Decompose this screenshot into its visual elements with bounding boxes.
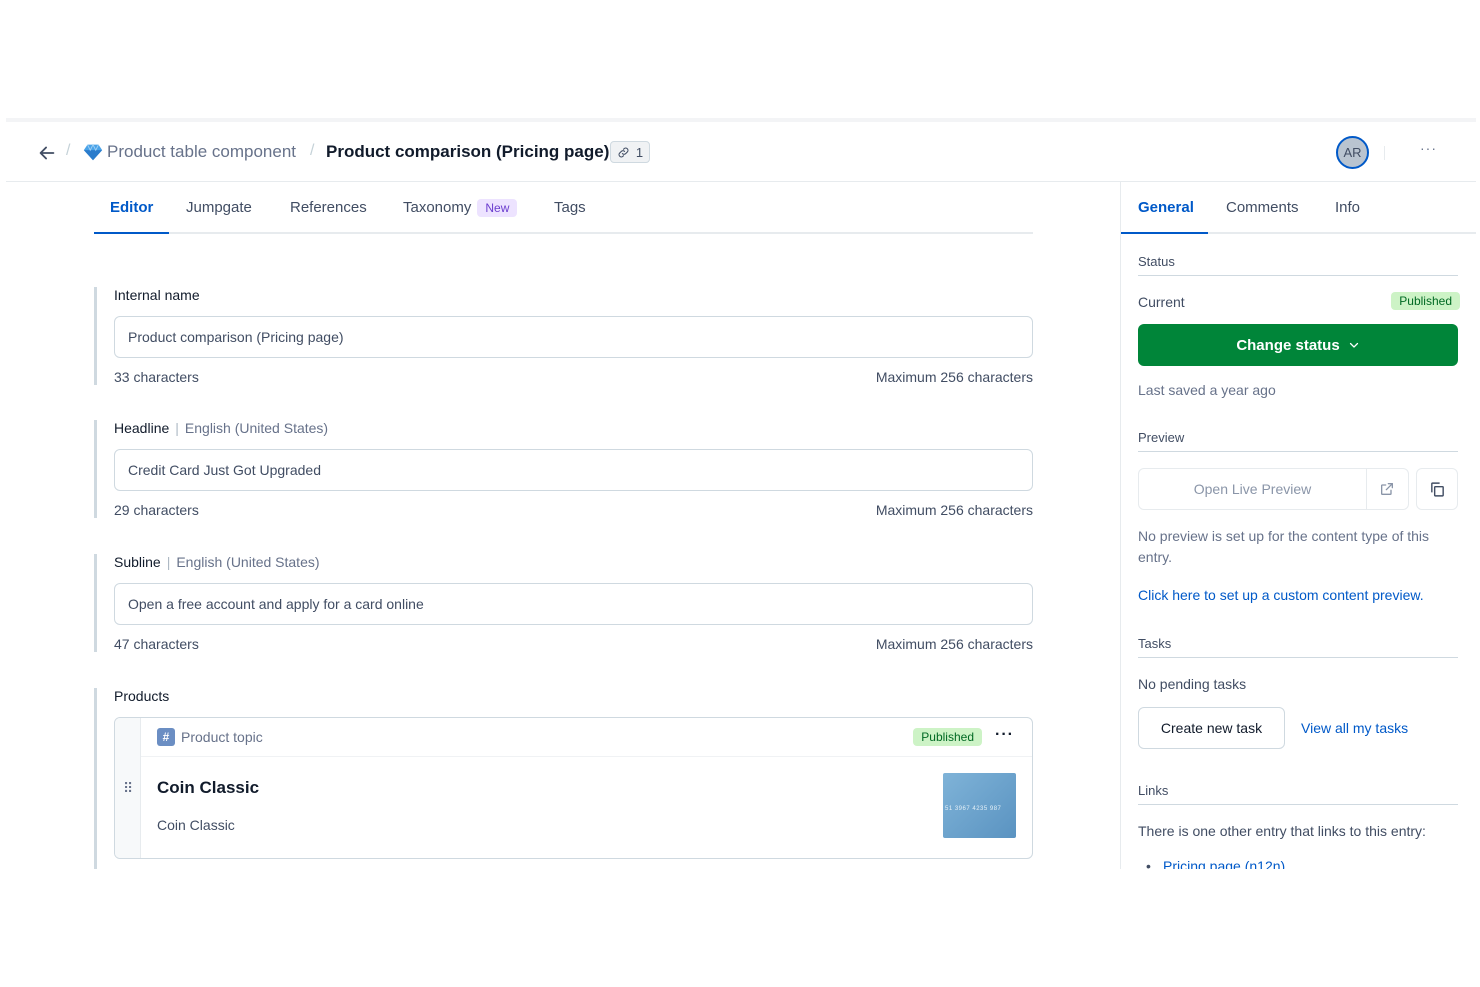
change-status-button[interactable]: Change status <box>1138 324 1458 366</box>
tab-info[interactable]: Info <box>1335 199 1360 216</box>
field-label: Headline | English (United States) <box>114 420 329 436</box>
current-status-label: Current <box>1138 294 1185 310</box>
content-type-name: Product topic <box>181 729 263 745</box>
view-all-tasks-link[interactable]: View all my tasks <box>1301 720 1408 736</box>
subline-input[interactable]: Open a free account and apply for a card… <box>114 583 1033 625</box>
status-badge: Published <box>913 728 982 746</box>
tab-taxonomy[interactable]: Taxonomy New <box>403 199 518 217</box>
more-options-button[interactable]: ··· <box>1420 140 1437 156</box>
no-preview-note: No preview is set up for the content typ… <box>1138 528 1430 565</box>
breadcrumb-separator: / <box>66 142 71 159</box>
internal-name-input[interactable]: Product comparison (Pricing page) <box>114 316 1033 358</box>
app-window: / Product table component / Product comp… <box>6 118 1476 869</box>
back-arrow-icon[interactable] <box>36 142 58 164</box>
tab-taxonomy-label: Taxonomy <box>403 199 472 216</box>
links-text: There is one other entry that links to t… <box>1138 823 1426 839</box>
change-status-label: Change status <box>1236 336 1340 354</box>
editor-tabs: Editor Jumpgate References Taxonomy New T… <box>94 182 1033 234</box>
section-heading-tasks: Tasks <box>1138 636 1458 658</box>
card-actions-button[interactable]: ··· <box>995 726 1014 744</box>
field-subline: Subline | English (United States) Open a f… <box>94 554 1034 652</box>
character-max: Maximum 256 characters <box>875 369 1033 385</box>
section-heading-preview: Preview <box>1138 430 1458 452</box>
character-count-row: 29 characters Maximum 256 characters <box>114 502 1033 518</box>
status-badge: Published <box>1391 292 1460 310</box>
field-products: Products ⠿ # Product topic Published ···… <box>94 688 1034 869</box>
setup-preview-link[interactable]: Click here to set up a custom content pr… <box>1138 587 1424 603</box>
headline-input[interactable]: Credit Card Just Got Upgraded <box>114 449 1033 491</box>
avatar[interactable]: AR <box>1336 136 1369 169</box>
tab-general[interactable]: General <box>1138 199 1194 216</box>
content-type-icon: # <box>157 728 175 746</box>
breadcrumb-separator: / <box>310 142 315 159</box>
section-heading-links: Links <box>1138 783 1458 805</box>
page-title: Product comparison (Pricing page) <box>326 142 610 161</box>
drag-handle[interactable]: ⠿ <box>115 718 141 858</box>
card-thumbnail: 51 3967 4235 987 <box>943 773 1016 838</box>
product-reference-card[interactable]: ⠿ # Product topic Published ··· Coin Cla… <box>114 717 1033 859</box>
character-max: Maximum 256 characters <box>875 636 1033 652</box>
tab-tags[interactable]: Tags <box>554 199 586 216</box>
card-title: Coin Classic <box>157 778 260 797</box>
field-internal-name: Internal name Product comparison (Pricin… <box>94 287 1034 385</box>
divider <box>1384 146 1385 160</box>
list-bullet: • <box>1146 858 1151 869</box>
character-max: Maximum 256 characters <box>875 502 1033 518</box>
card-description: Coin Classic <box>157 817 235 833</box>
open-live-preview-button[interactable]: Open Live Preview <box>1139 469 1367 509</box>
character-count: 33 characters <box>114 369 199 385</box>
new-badge: New <box>477 199 518 217</box>
copy-icon <box>1431 482 1444 497</box>
breadcrumb-parent[interactable]: Product table component <box>107 142 296 162</box>
character-count-row: 47 characters Maximum 256 characters <box>114 636 1033 652</box>
tab-jumpgate[interactable]: Jumpgate <box>186 199 252 216</box>
link-icon <box>618 147 629 157</box>
field-label: Internal name <box>114 287 200 303</box>
avatar-initials: AR <box>1343 145 1362 160</box>
copy-button[interactable] <box>1416 468 1458 510</box>
field-locale: English (United States) <box>176 554 320 570</box>
create-task-button[interactable]: Create new task <box>1138 707 1285 749</box>
thumbnail-text: 51 3967 4235 987 <box>945 806 1002 812</box>
references-badge[interactable]: 1 <box>610 141 650 163</box>
active-tab-indicator <box>1121 232 1208 234</box>
tab-editor[interactable]: Editor <box>110 199 153 216</box>
card-header: # Product topic Published ··· <box>141 718 1032 757</box>
field-label: Products <box>114 688 170 704</box>
chevron-down-icon <box>1349 342 1358 348</box>
entry-sidebar: General Comments Info Status Current Pub… <box>1120 182 1476 869</box>
external-link-icon[interactable] <box>1379 481 1395 497</box>
section-heading-status: Status <box>1138 254 1458 276</box>
field-locale: English (United States) <box>184 420 329 436</box>
character-count: 29 characters <box>114 502 199 518</box>
top-bar: / Product table component / Product comp… <box>6 122 1476 182</box>
drag-handle-icon: ⠿ <box>123 780 134 796</box>
linked-entry-link[interactable]: Pricing page (n12n) <box>1163 858 1285 869</box>
gem-icon <box>83 143 103 161</box>
tab-comments[interactable]: Comments <box>1226 199 1299 216</box>
reference-count: 1 <box>635 144 644 160</box>
field-label: Subline | English (United States) <box>114 554 320 570</box>
character-count: 47 characters <box>114 636 199 652</box>
preview-button-group: Open Live Preview <box>1138 468 1409 510</box>
character-count-row: 33 characters Maximum 256 characters <box>114 369 1033 385</box>
sidebar-tabs: General Comments Info <box>1121 182 1476 234</box>
no-tasks-text: No pending tasks <box>1138 676 1247 692</box>
tab-references[interactable]: References <box>290 199 367 216</box>
last-saved-text: Last saved a year ago <box>1138 382 1276 398</box>
field-headline: Headline | English (United States) Credit … <box>94 420 1034 518</box>
active-tab-indicator <box>94 232 169 234</box>
